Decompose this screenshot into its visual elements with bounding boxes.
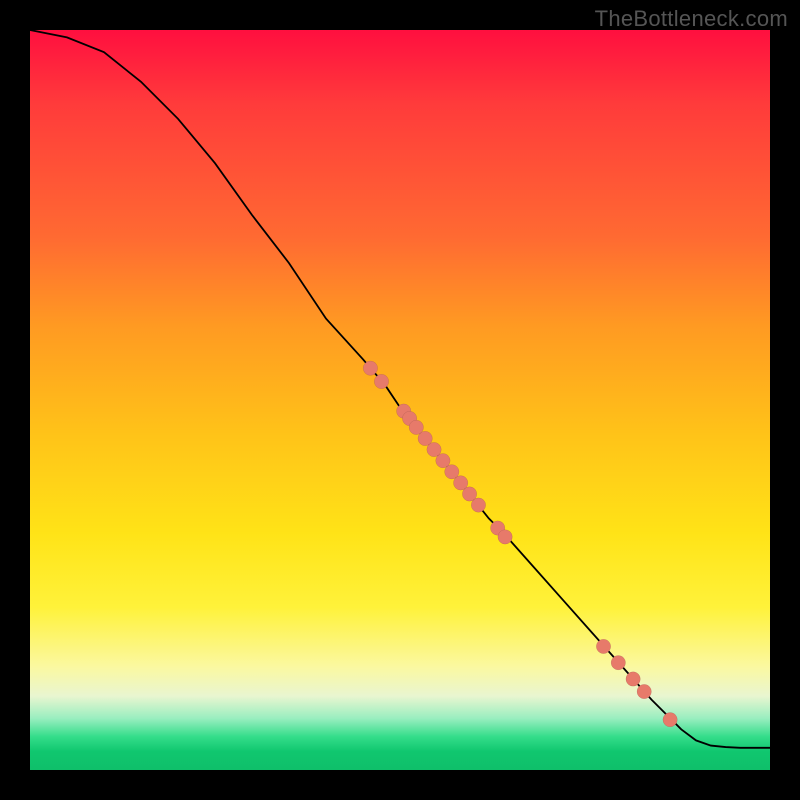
bottleneck-curve: [30, 30, 770, 748]
data-points-group: [363, 361, 677, 727]
data-point: [374, 374, 388, 388]
data-point: [596, 639, 610, 653]
data-point: [363, 361, 377, 375]
chart-stage: TheBottleneck.com: [0, 0, 800, 800]
data-point: [471, 498, 485, 512]
chart-svg: [30, 30, 770, 770]
data-point: [637, 684, 651, 698]
plot-area: [30, 30, 770, 770]
watermark-text: TheBottleneck.com: [595, 6, 788, 32]
data-point: [498, 530, 512, 544]
data-point: [611, 656, 625, 670]
data-point: [663, 712, 677, 726]
data-point: [626, 672, 640, 686]
